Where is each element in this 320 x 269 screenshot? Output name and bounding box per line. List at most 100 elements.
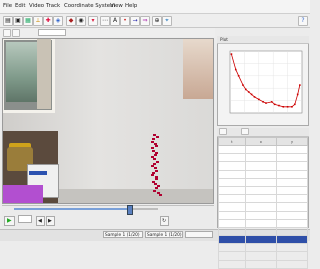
table-cell[interactable] [275,144,309,155]
track-point[interactable] [159,194,162,196]
graph-point[interactable] [296,93,299,96]
menu-track[interactable]: Track [46,3,60,9]
table-cell[interactable] [275,202,309,212]
label-button[interactable]: A [110,16,120,26]
table-cell[interactable] [218,218,246,228]
graph-point[interactable] [247,91,250,93]
table-row[interactable] [218,161,309,171]
graph-point[interactable] [250,93,253,96]
graph-point[interactable] [253,96,256,98]
table-cell[interactable] [275,226,309,237]
axes-button[interactable]: ✚ [43,16,53,26]
table-cell[interactable] [218,144,246,155]
graph-point[interactable] [234,68,237,71]
table-cell[interactable] [244,259,277,269]
graph-point[interactable] [286,106,289,108]
acceleration-button[interactable]: ⇒ [140,16,150,26]
position-graph[interactable] [220,45,306,123]
menu-coordinate-system[interactable]: Coordinate System [64,3,115,9]
track-point[interactable] [151,149,155,152]
track-point[interactable] [154,154,157,156]
graph-point[interactable] [282,106,285,108]
table-row[interactable] [218,210,309,220]
table-cell[interactable] [218,226,246,237]
table-cell[interactable] [218,153,246,163]
tape-button[interactable]: ◈ [53,16,63,26]
graph-point[interactable] [258,98,260,101]
table-cell[interactable] [275,194,309,204]
graph-point[interactable] [299,84,301,86]
track-point[interactable] [155,160,159,163]
table-cell[interactable] [244,161,277,171]
frame-input[interactable] [38,29,66,36]
table-cell[interactable] [218,210,246,220]
table-cell[interactable] [244,169,277,179]
table-cell[interactable] [244,226,277,237]
track-point[interactable] [151,174,155,176]
table-row[interactable] [218,153,309,163]
table-cell[interactable] [218,202,246,212]
table-cell[interactable] [275,153,309,163]
table-cell[interactable] [218,243,246,253]
graph-point[interactable] [230,53,233,55]
data-table[interactable]: t x y [218,137,309,269]
track-point[interactable] [155,136,159,139]
table-cell[interactable] [244,210,277,220]
table-cell[interactable] [218,161,246,171]
table-row[interactable] [218,194,309,204]
graph-point[interactable] [278,104,280,107]
help-button[interactable]: ? [298,16,308,26]
table-row[interactable] [218,243,309,253]
table-track-button[interactable] [219,128,227,135]
table-row[interactable] [218,218,309,228]
graph-point[interactable] [262,101,264,103]
table-row[interactable] [218,202,309,212]
clip-settings-button[interactable]: ▦ [23,16,33,26]
table-cell[interactable] [244,251,277,261]
calibration-button[interactable]: ⟂ [33,16,43,26]
table-cell[interactable] [218,251,246,261]
frame-counter[interactable] [18,215,32,223]
autotracker-button[interactable]: ⌖ [162,16,172,26]
track-point[interactable] [153,182,157,185]
video-zoom-button[interactable] [12,29,20,37]
graph-point[interactable] [291,106,293,108]
graph-point[interactable] [265,102,267,104]
table-cell[interactable] [244,243,277,253]
step-back-button[interactable]: ◀ [36,216,45,226]
menu-edit[interactable]: Edit [15,3,25,9]
table-header-y[interactable]: y [275,137,309,146]
table-cell[interactable] [244,153,277,163]
menu-file[interactable]: File [3,3,12,9]
save-button[interactable]: ▣ [13,16,23,26]
table-cell[interactable] [218,194,246,204]
table-cell[interactable] [275,218,309,228]
table-row[interactable] [218,185,309,196]
velocity-button[interactable]: → [130,16,140,26]
track-marks[interactable] [3,39,213,203]
table-cell[interactable] [275,169,309,179]
table-cell[interactable] [218,259,246,269]
graph-point[interactable] [237,75,240,77]
table-cell[interactable] [218,185,246,196]
table-cell[interactable] [218,169,246,179]
footprint-button[interactable]: ▾ [88,16,98,26]
table-row[interactable] [218,251,309,261]
table-cell[interactable] [275,177,309,187]
graph-point[interactable] [242,84,244,86]
table-row[interactable] [218,177,309,187]
play-button[interactable]: ▶ [4,216,15,226]
graph-point[interactable] [270,101,273,103]
graph-point[interactable] [294,103,296,106]
table-cell[interactable] [275,259,309,269]
table-cell[interactable] [244,144,277,155]
table-cell[interactable] [275,210,309,220]
table-cell[interactable] [244,218,277,228]
table-cell[interactable] [275,251,309,261]
position-button[interactable]: • [120,16,130,26]
table-row[interactable] [218,259,309,269]
table-header-x[interactable]: x [244,137,277,146]
table-cell[interactable] [275,185,309,196]
menu-video[interactable]: Video [29,3,44,9]
table-row[interactable] [218,169,309,179]
